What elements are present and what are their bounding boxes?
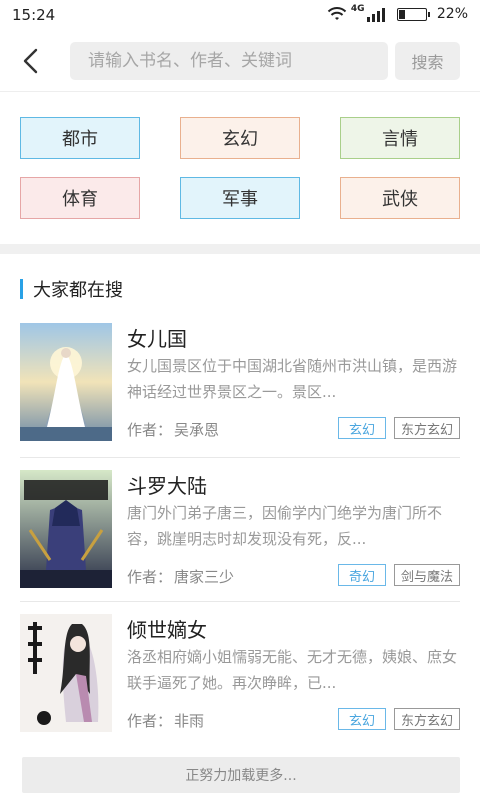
category-button[interactable]: 玄幻 xyxy=(180,117,300,159)
category-button[interactable]: 都市 xyxy=(20,117,140,159)
genre-tag[interactable]: 玄幻 xyxy=(338,417,386,439)
book-list-item[interactable]: 斗罗大陆 唐门外门弟子唐三，因偷学内门绝学为唐门所不容，跳崖明志时却发现没有死，… xyxy=(20,470,460,616)
status-time: 15:24 xyxy=(12,6,56,24)
battery-fill xyxy=(398,9,405,19)
author-label: 作者： xyxy=(127,568,173,586)
search-button[interactable]: 搜索 xyxy=(395,42,460,80)
author-label: 作者： xyxy=(127,712,173,730)
genre-tag[interactable]: 奇幻 xyxy=(338,564,386,586)
bride-on-stairs-cover xyxy=(20,323,112,441)
search-input[interactable] xyxy=(70,42,388,80)
section-header: 大家都在搜 xyxy=(20,276,123,302)
chevron-left-icon xyxy=(23,48,38,74)
back-button[interactable] xyxy=(14,44,48,78)
category-button[interactable]: 言情 xyxy=(340,117,460,159)
list-divider xyxy=(20,601,460,602)
section-divider xyxy=(0,244,480,254)
book-list-item[interactable]: 倾世嫡女 洛丞相府嫡小姐懦弱无能、无才无德，姨娘、庶女联手逼死了她。再次睁眸，已… xyxy=(20,614,460,760)
load-more-indicator[interactable]: 正努力加载更多... xyxy=(22,757,460,793)
subgenre-tag[interactable]: 剑与魔法 xyxy=(394,564,460,586)
book-title: 女儿国 xyxy=(127,327,187,351)
book-author: 吴承恩 xyxy=(174,421,220,439)
status-bar: 15:24 4G 22% xyxy=(0,0,480,30)
book-list-item[interactable]: 女儿国 女儿国景区位于中国湖北省随州市洪山镇，是西游神话经过世界景区之一。景区.… xyxy=(20,323,460,469)
genre-tag[interactable]: 玄幻 xyxy=(338,708,386,730)
ink-painting-lady-cover xyxy=(20,614,112,732)
network-type: 4G xyxy=(350,4,365,14)
subgenre-tag[interactable]: 东方玄幻 xyxy=(394,708,460,730)
author-label: 作者： xyxy=(127,421,173,439)
subgenre-tag[interactable]: 东方玄幻 xyxy=(394,417,460,439)
section-accent-bar xyxy=(20,279,23,299)
battery-percent: 22% xyxy=(436,6,468,22)
book-author: 非雨 xyxy=(174,712,205,730)
list-divider xyxy=(20,457,460,458)
battery-icon xyxy=(396,7,430,21)
category-button[interactable]: 军事 xyxy=(180,177,300,219)
category-button[interactable]: 武侠 xyxy=(340,177,460,219)
anime-warrior-cover xyxy=(20,470,112,588)
status-icons: 4G 22% xyxy=(327,4,468,22)
book-title: 倾世嫡女 xyxy=(127,618,207,642)
book-author: 唐家三少 xyxy=(174,568,235,586)
book-description: 女儿国景区位于中国湖北省随州市洪山镇，是西游神话经过世界景区之一。景区... xyxy=(127,357,458,401)
book-description: 洛丞相府嫡小姐懦弱无能、无才无德，姨娘、庶女联手逼死了她。再次睁眸，已... xyxy=(127,648,458,692)
section-title: 大家都在搜 xyxy=(33,280,123,301)
signal-icon: 4G xyxy=(351,4,385,22)
wifi-icon xyxy=(327,6,347,22)
search-header: 搜索 xyxy=(0,30,480,92)
category-grid: 都市 玄幻 言情 体育 军事 武侠 xyxy=(0,92,480,244)
book-description: 唐门外门弟子唐三，因偷学内门绝学为唐门所不容，跳崖明志时却发现没有死，反... xyxy=(127,504,443,548)
book-title: 斗罗大陆 xyxy=(127,474,207,498)
category-button[interactable]: 体育 xyxy=(20,177,140,219)
